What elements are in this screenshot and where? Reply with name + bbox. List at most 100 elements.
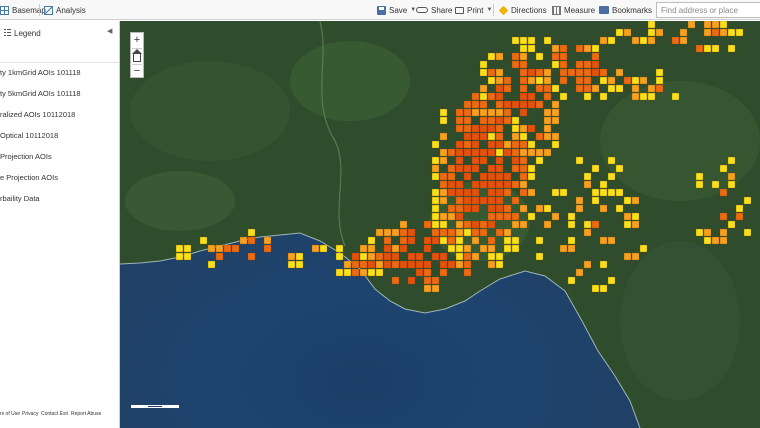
aoi-cell <box>551 140 560 149</box>
aoi-cell <box>583 84 592 93</box>
aoi-cell <box>615 188 624 197</box>
aoi-cell <box>391 228 400 237</box>
aoi-cell <box>479 84 488 93</box>
zoom-in-button[interactable]: + <box>131 33 143 47</box>
save-button[interactable]: Save ▼ <box>377 0 416 20</box>
aoi-cell <box>623 252 632 261</box>
aoi-cell <box>295 252 304 261</box>
aoi-cell <box>599 236 608 245</box>
map-view[interactable] <box>120 21 760 428</box>
directions-button[interactable]: Directions <box>498 0 547 20</box>
aoi-cell <box>615 28 624 37</box>
aoi-cell <box>631 252 640 261</box>
aoi-cell <box>495 196 504 205</box>
aoi-cell <box>199 236 208 245</box>
aoi-cell <box>519 132 528 141</box>
aoi-cell <box>439 132 448 141</box>
legend-title: Legend <box>14 29 41 38</box>
aoi-cell <box>447 204 456 213</box>
aoi-cell <box>207 260 216 269</box>
legend-layer-item[interactable]: ty 1kmGrid AOIs 101118 <box>0 66 119 80</box>
contact-link[interactable]: Contact Esri <box>41 411 68 417</box>
collapse-arrow-icon[interactable]: ◀ <box>107 27 112 35</box>
bookmarks-button[interactable]: Bookmarks <box>599 0 652 20</box>
aoi-cell <box>735 204 744 213</box>
legend-layer-item[interactable]: e Projection AOIs <box>0 171 119 185</box>
report-abuse-link[interactable]: Report Abuse <box>71 411 101 417</box>
legend-panel: Legend ◀ ty 1kmGrid AOIs 101118 ty 5kmGr… <box>0 21 120 428</box>
aoi-cell <box>535 100 544 109</box>
aoi-cell <box>655 68 664 77</box>
print-button[interactable]: Print ▼ <box>455 0 492 20</box>
terms-link[interactable]: rs of Use <box>0 411 20 417</box>
aoi-cell <box>527 188 536 197</box>
legend-layer-item[interactable]: ralized AOIs 10112018 <box>0 108 119 122</box>
aoi-cell <box>423 268 432 277</box>
aoi-cell <box>519 164 528 173</box>
zoom-out-button[interactable]: − <box>131 64 143 78</box>
legend-layer-item[interactable]: rbaility Data <box>0 192 119 206</box>
aoi-cell <box>591 60 600 69</box>
aoi-cell <box>639 92 648 101</box>
aoi-cell <box>575 68 584 77</box>
aoi-cell <box>551 52 560 61</box>
aoi-cell <box>487 188 496 197</box>
aoi-cell <box>639 36 648 45</box>
aoi-cell <box>495 124 504 133</box>
aoi-cell <box>391 252 400 261</box>
aoi-cell <box>511 36 520 45</box>
aoi-cell <box>543 84 552 93</box>
aoi-cell <box>503 140 512 149</box>
scale-bar <box>131 405 179 412</box>
aoi-cell <box>567 68 576 77</box>
aoi-cell <box>559 60 568 69</box>
aoi-cell <box>439 180 448 189</box>
aoi-cell <box>511 100 520 109</box>
legend-layer-item[interactable]: ty 5kmGrid AOIs 101118 <box>0 87 119 101</box>
analysis-button[interactable]: Analysis <box>44 0 86 20</box>
aoi-cell <box>703 236 712 245</box>
aoi-cell <box>471 108 480 117</box>
aoi-cell <box>439 212 448 221</box>
privacy-link[interactable]: Privacy <box>22 411 38 417</box>
aoi-cell <box>495 108 504 117</box>
aoi-cell <box>559 244 568 253</box>
aoi-cell <box>647 92 656 101</box>
aoi-cell <box>519 156 528 165</box>
aoi-cell <box>583 60 592 69</box>
aoi-cell <box>439 148 448 157</box>
legend-layer-item[interactable]: Optical 10112018 <box>0 129 119 143</box>
aoi-cell <box>503 188 512 197</box>
aoi-cell <box>567 212 576 221</box>
aoi-cell <box>623 196 632 205</box>
home-button[interactable] <box>131 48 143 63</box>
aoi-cell <box>447 188 456 197</box>
aoi-cell <box>335 268 344 277</box>
measure-button[interactable]: Measure <box>552 0 595 20</box>
directions-icon <box>498 5 509 15</box>
legend-layer-item[interactable]: Projection AOIs <box>0 150 119 164</box>
aoi-cell <box>719 21 728 29</box>
aoi-cell <box>575 44 584 53</box>
aoi-cell <box>455 124 464 133</box>
aoi-cell <box>607 172 616 181</box>
aoi-cell <box>647 28 656 37</box>
aoi-cell <box>447 236 456 245</box>
aoi-cell <box>495 116 504 125</box>
aoi-cell <box>399 244 408 253</box>
legend-header: Legend ◀ <box>0 21 119 45</box>
share-button[interactable]: Share <box>416 0 452 20</box>
address-search-input[interactable] <box>656 2 760 18</box>
aoi-cell <box>463 220 472 229</box>
aoi-cell <box>439 196 448 205</box>
aoi-cell <box>615 84 624 93</box>
aoi-cell <box>743 228 752 237</box>
aoi-cell <box>671 36 680 45</box>
aoi-cell <box>423 284 432 293</box>
aoi-cell <box>439 116 448 125</box>
aoi-cell <box>463 148 472 157</box>
aoi-cell <box>487 212 496 221</box>
aoi-cell <box>415 260 424 269</box>
aoi-cell <box>431 276 440 285</box>
aoi-cell <box>359 244 368 253</box>
